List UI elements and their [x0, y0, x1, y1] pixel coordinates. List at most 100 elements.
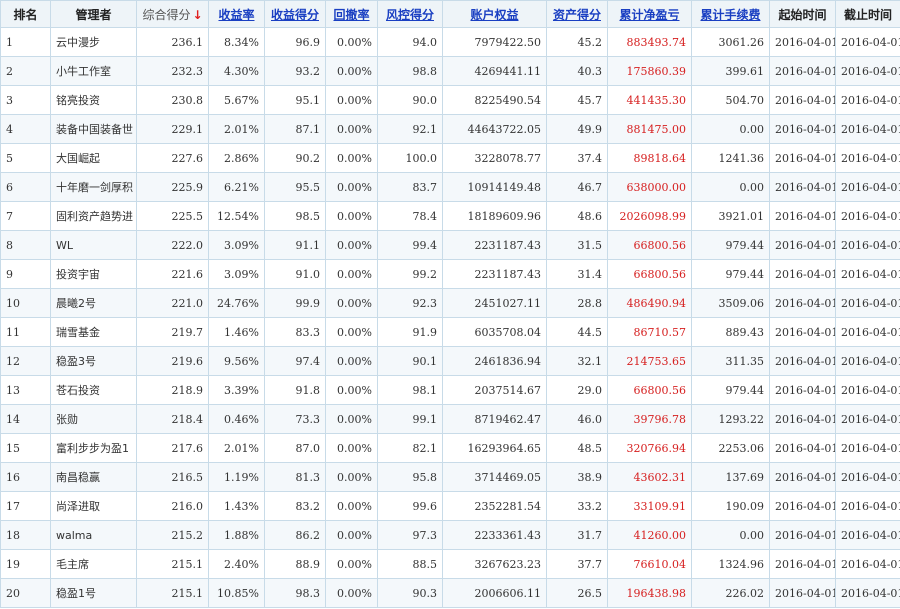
- table-row: 12 稳盈3号 219.6 9.56% 97.4 0.00% 90.1 2461836.94 3…: [0, 346, 900, 376]
- cell-rank: 14: [0, 404, 51, 434]
- table-row: 9 投资宇宙 221.6 3.09% 91.0 0.00% 99.2 2231187.43 31…: [0, 259, 900, 289]
- cell-end-date: 2016-04-01: [835, 520, 900, 550]
- cell-drawdown: 0.00%: [325, 172, 378, 202]
- cell-risk-score: 95.8: [377, 462, 443, 492]
- cell-risk-score: 98.8: [377, 56, 443, 86]
- cell-manager: 云中漫步: [50, 27, 137, 57]
- cell-score: 225.9: [136, 172, 209, 202]
- cell-rank: 10: [0, 288, 51, 318]
- cell-net-pnl: 66800.56: [607, 230, 692, 260]
- cell-start-date: 2016-04-01: [769, 259, 836, 289]
- cell-net-pnl: 86710.57: [607, 317, 692, 347]
- cell-drawdown: 0.00%: [325, 56, 378, 86]
- cell-return-rate: 8.34%: [208, 27, 265, 57]
- col-header-asset-score[interactable]: 资产得分: [546, 0, 608, 28]
- table-row: 3 铭亮投资 230.8 5.67% 95.1 0.00% 90.0 8225490.54 45…: [0, 85, 900, 115]
- cell-return-rate: 5.67%: [208, 85, 265, 115]
- cell-start-date: 2016-04-01: [769, 404, 836, 434]
- cell-return-rate: 1.19%: [208, 462, 265, 492]
- col-header-net-pnl[interactable]: 累计净盈亏: [607, 0, 692, 28]
- table-row: 2 小牛工作室 232.3 4.30% 93.2 0.00% 98.8 4269441.11 4…: [0, 56, 900, 86]
- cell-fees: 3509.06: [691, 288, 770, 318]
- cell-risk-score: 82.1: [377, 433, 443, 463]
- cell-return-score: 96.9: [264, 27, 326, 57]
- table-row: 8 WL 222.0 3.09% 91.1 0.00% 99.4 2231187.43 31.5…: [0, 230, 900, 260]
- cell-end-date: 2016-04-01: [835, 346, 900, 376]
- cell-drawdown: 0.00%: [325, 462, 378, 492]
- col-header-fees[interactable]: 累计手续费: [691, 0, 770, 28]
- cell-risk-score: 98.1: [377, 375, 443, 405]
- cell-drawdown: 0.00%: [325, 520, 378, 550]
- cell-fees: 0.00: [691, 172, 770, 202]
- table-row: 20 稳盈1号 215.1 10.85% 98.3 0.00% 90.3 2006606.11…: [0, 578, 900, 608]
- cell-risk-score: 94.0: [377, 27, 443, 57]
- cell-risk-score: 83.7: [377, 172, 443, 202]
- cell-start-date: 2016-04-01: [769, 549, 836, 579]
- cell-end-date: 2016-04-01: [835, 230, 900, 260]
- cell-rank: 12: [0, 346, 51, 376]
- cell-start-date: 2016-04-01: [769, 462, 836, 492]
- col-header-return-score[interactable]: 收益得分: [264, 0, 326, 28]
- cell-asset-score: 29.0: [546, 375, 608, 405]
- cell-score: 219.7: [136, 317, 209, 347]
- table-row: 6 十年磨一剑厚积 225.9 6.21% 95.5 0.00% 83.7 10914149.…: [0, 172, 900, 202]
- cell-start-date: 2016-04-01: [769, 288, 836, 318]
- cell-fees: 0.00: [691, 520, 770, 550]
- col-header-return-rate[interactable]: 收益率: [208, 0, 265, 28]
- cell-score: 215.1: [136, 549, 209, 579]
- cell-risk-score: 78.4: [377, 201, 443, 231]
- cell-drawdown: 0.00%: [325, 317, 378, 347]
- cell-net-pnl: 196438.98: [607, 578, 692, 608]
- cell-drawdown: 0.00%: [325, 230, 378, 260]
- cell-rank: 7: [0, 201, 51, 231]
- cell-return-score: 81.3: [264, 462, 326, 492]
- cell-return-rate: 1.88%: [208, 520, 265, 550]
- cell-manager: 装备中国装备世: [50, 114, 137, 144]
- cell-fees: 1241.36: [691, 143, 770, 173]
- cell-start-date: 2016-04-01: [769, 491, 836, 521]
- cell-asset-score: 46.7: [546, 172, 608, 202]
- table-row: 1 云中漫步 236.1 8.34% 96.9 0.00% 94.0 7979422.50 45…: [0, 27, 900, 57]
- cell-return-rate: 10.85%: [208, 578, 265, 608]
- cell-equity: 2231187.43: [442, 259, 547, 289]
- cell-fees: 979.44: [691, 230, 770, 260]
- cell-return-score: 73.3: [264, 404, 326, 434]
- col-header-score[interactable]: 综合得分 ↓: [136, 0, 209, 28]
- col-header-risk-score[interactable]: 风控得分: [377, 0, 443, 28]
- cell-fees: 2253.06: [691, 433, 770, 463]
- cell-drawdown: 0.00%: [325, 143, 378, 173]
- cell-return-score: 86.2: [264, 520, 326, 550]
- cell-drawdown: 0.00%: [325, 346, 378, 376]
- cell-asset-score: 26.5: [546, 578, 608, 608]
- cell-end-date: 2016-04-01: [835, 143, 900, 173]
- cell-score: 218.4: [136, 404, 209, 434]
- cell-fees: 0.00: [691, 114, 770, 144]
- cell-manager: WL: [50, 230, 137, 260]
- col-header-end: 截止时间: [835, 0, 900, 28]
- col-header-drawdown[interactable]: 回撤率: [325, 0, 378, 28]
- cell-asset-score: 48.5: [546, 433, 608, 463]
- cell-return-score: 91.1: [264, 230, 326, 260]
- cell-return-score: 91.8: [264, 375, 326, 405]
- cell-score: 216.0: [136, 491, 209, 521]
- cell-fees: 979.44: [691, 375, 770, 405]
- cell-equity: 8719462.47: [442, 404, 547, 434]
- table-row: 14 张勋 218.4 0.46% 73.3 0.00% 99.1 8719462.47 46.…: [0, 404, 900, 434]
- col-header-equity[interactable]: 账户权益: [442, 0, 547, 28]
- cell-end-date: 2016-04-01: [835, 491, 900, 521]
- cell-rank: 9: [0, 259, 51, 289]
- cell-manager: 瑞雪基金: [50, 317, 137, 347]
- table-row: 17 尚泽进取 216.0 1.43% 83.2 0.00% 99.6 2352281.54 3…: [0, 491, 900, 521]
- cell-return-score: 98.5: [264, 201, 326, 231]
- cell-drawdown: 0.00%: [325, 114, 378, 144]
- cell-net-pnl: 881475.00: [607, 114, 692, 144]
- cell-fees: 979.44: [691, 259, 770, 289]
- cell-equity: 8225490.54: [442, 85, 547, 115]
- cell-start-date: 2016-04-01: [769, 56, 836, 86]
- cell-fees: 889.43: [691, 317, 770, 347]
- cell-end-date: 2016-04-01: [835, 27, 900, 57]
- cell-equity: 3267623.23: [442, 549, 547, 579]
- cell-net-pnl: 441435.30: [607, 85, 692, 115]
- cell-equity: 10914149.48: [442, 172, 547, 202]
- cell-return-rate: 2.01%: [208, 114, 265, 144]
